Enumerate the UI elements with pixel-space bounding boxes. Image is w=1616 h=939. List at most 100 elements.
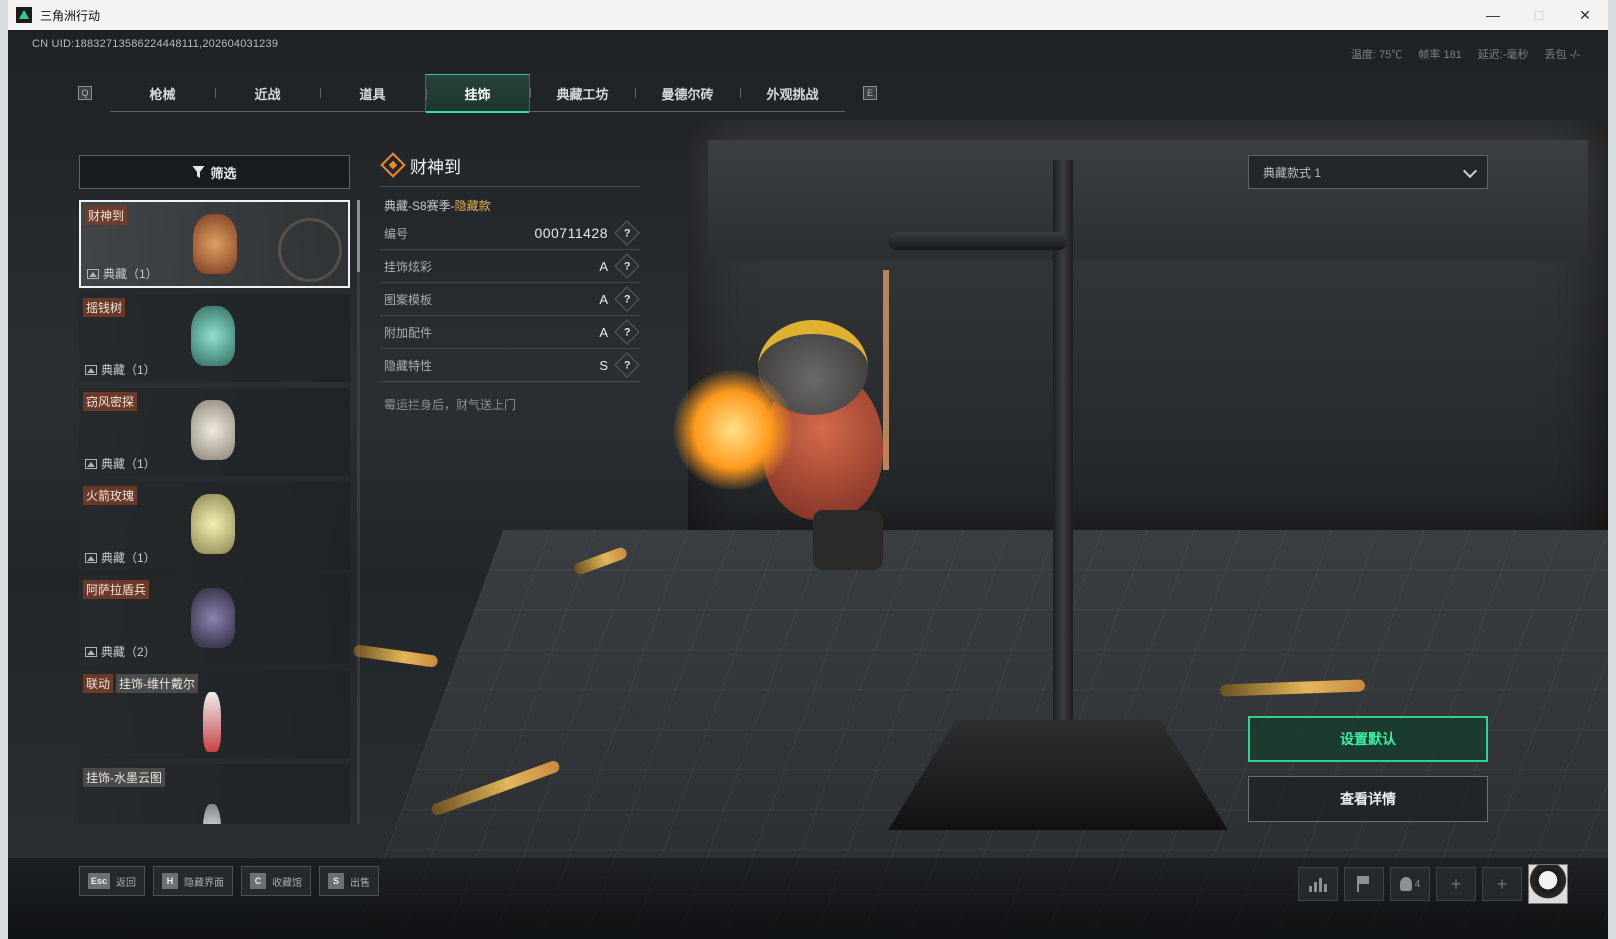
scrollbar-thumb[interactable] <box>357 200 360 272</box>
tab-prev-key[interactable]: Q <box>78 86 92 100</box>
item-name: 摇钱树 <box>83 298 126 317</box>
help-icon[interactable]: ? <box>614 253 640 279</box>
plus-icon: + <box>1496 873 1508 894</box>
close-button[interactable]: ✕ <box>1562 0 1608 30</box>
tab-props[interactable]: 道具 <box>320 74 425 112</box>
item-name: 阿萨拉盾兵 <box>83 580 150 599</box>
help-icon[interactable]: ? <box>614 319 640 345</box>
charm-burst-effect <box>673 370 793 490</box>
item-name: 火箭玫瑰 <box>83 486 138 505</box>
attr-label: 图案模板 <box>384 292 433 307</box>
charm-list: 财神到 典藏（1） 摇钱树 典藏（1） 窃风密探 典藏（1） 火箭玫瑰 典藏（1… <box>79 200 350 824</box>
bullet-prop <box>352 644 439 668</box>
tab-collection-workshop[interactable]: 典藏工坊 <box>530 74 635 112</box>
detail-title: 财神到 <box>410 157 461 177</box>
stat-fps: 帧率 181 <box>1418 49 1462 61</box>
attr-label: 隐藏特性 <box>384 358 433 373</box>
dropdown-value: 典藏款式 1 <box>1263 165 1322 180</box>
flavor-text: 霉运拦身后，财气送上门 <box>384 398 517 412</box>
friends-icon <box>1399 877 1412 891</box>
attr-label: 附加配件 <box>384 325 433 340</box>
item-thumbnail <box>191 306 235 366</box>
item-count: 典藏（1） <box>101 363 156 377</box>
tab-next-key[interactable]: E <box>863 86 877 100</box>
item-thumbnail <box>193 214 237 274</box>
tab-mandel-brick[interactable]: 曼德尔砖 <box>635 74 740 112</box>
filter-label: 筛选 <box>210 165 237 181</box>
maximize-button[interactable]: □ <box>1516 0 1562 30</box>
season-line: 典藏-S8赛季-隐藏款 <box>380 187 640 217</box>
hotkey-hints: Esc 返回 H 隐藏界面 C 收藏馆 S 出售 <box>79 866 380 896</box>
list-item[interactable]: 摇钱树 典藏（1） <box>79 294 350 382</box>
stat-packet-loss: 丢包 -/- <box>1544 49 1580 61</box>
item-thumbnail <box>203 804 221 824</box>
item-thumbnail <box>191 400 235 460</box>
detail-panel: 财神到 典藏-S8赛季-隐藏款 编号 000711428 ? 挂饰炫彩 A ? … <box>380 150 640 413</box>
window-titlebar: 三角洲行动 — □ ✕ <box>8 0 1608 30</box>
attr-row-serial: 编号 000711428 ? <box>380 217 640 250</box>
avatar[interactable] <box>1528 864 1568 904</box>
bar-chart-icon <box>1309 876 1327 892</box>
tab-melee[interactable]: 近战 <box>215 74 320 112</box>
view-details-button[interactable]: 查看详情 <box>1248 776 1488 822</box>
stats-button[interactable] <box>1298 867 1338 901</box>
set-default-button[interactable]: 设置默认 <box>1248 716 1488 762</box>
list-item[interactable]: 联动 挂饰-维什戴尔 <box>79 670 350 758</box>
item-name: 挂饰-维什戴尔 <box>116 674 199 693</box>
image-icon <box>85 646 97 657</box>
social-bar: 4 + + <box>1298 864 1568 904</box>
attr-row-color: 挂饰炫彩 A ? <box>380 250 640 283</box>
attr-value: 000711428 <box>534 225 608 241</box>
attr-value: A <box>599 258 608 274</box>
stat-latency: 延迟:-毫秒 <box>1477 49 1529 61</box>
tab-guns[interactable]: 枪械 <box>110 74 215 112</box>
list-scrollbar[interactable] <box>357 200 360 824</box>
item-count: 典藏（1） <box>101 551 156 565</box>
image-icon <box>87 268 99 279</box>
collection-emblem-icon <box>278 218 342 282</box>
charm-staff <box>883 270 889 470</box>
list-item[interactable]: 财神到 典藏（1） <box>79 200 350 288</box>
list-item[interactable]: 窃风密探 典藏（1） <box>79 388 350 476</box>
flag-button[interactable] <box>1344 867 1384 901</box>
season-prefix: 典藏-S8赛季- <box>384 199 455 213</box>
list-item[interactable]: 火箭玫瑰 典藏（1） <box>79 482 350 570</box>
help-icon[interactable]: ? <box>614 286 640 312</box>
window-controls: — □ ✕ <box>1470 0 1608 30</box>
minimize-button[interactable]: — <box>1470 0 1516 30</box>
filter-button[interactable]: 筛选 <box>79 155 350 189</box>
uid-text: CN UID:18832713586224448111,202604031239 <box>32 38 279 50</box>
item-thumbnail <box>191 494 235 554</box>
window-title: 三角洲行动 <box>40 8 101 23</box>
tab-appearance-challenge[interactable]: 外观挑战 <box>740 74 845 112</box>
item-name: 财神到 <box>85 206 128 225</box>
attr-row-pattern: 图案模板 A ? <box>380 283 640 316</box>
charm-3d-model[interactable] <box>673 270 933 590</box>
attr-label: 挂饰炫彩 <box>384 259 433 274</box>
category-tabbar: Q 枪械 近战 道具 挂饰 典藏工坊 曼德尔砖 外观挑战 E <box>78 74 877 113</box>
add-slot-button[interactable]: + <box>1482 867 1522 901</box>
add-slot-button[interactable]: + <box>1436 867 1476 901</box>
help-icon[interactable]: ? <box>614 220 640 246</box>
app-logo-icon <box>16 7 32 23</box>
collection-hall-hotkey[interactable]: C 收藏馆 <box>241 866 312 896</box>
back-hotkey[interactable]: Esc 返回 <box>79 866 146 896</box>
item-thumbnail <box>203 692 221 752</box>
item-count: 典藏（2） <box>101 645 156 659</box>
hide-ui-hotkey[interactable]: H 隐藏界面 <box>153 866 234 896</box>
item-count: 典藏（1） <box>101 457 156 471</box>
collab-badge: 联动 <box>83 674 114 693</box>
plus-icon: + <box>1450 873 1462 894</box>
friends-button[interactable]: 4 <box>1390 867 1430 901</box>
attr-label: 编号 <box>384 226 409 241</box>
sell-hotkey[interactable]: S 出售 <box>319 866 380 896</box>
friends-count: 4 <box>1414 878 1421 890</box>
game-viewport: CN UID:18832713586224448111,202604031239… <box>8 30 1608 939</box>
tab-charms[interactable]: 挂饰 <box>425 74 530 113</box>
list-item[interactable]: 阿萨拉盾兵 典藏（2） <box>79 576 350 664</box>
list-item[interactable]: 挂饰-水墨云图 <box>79 764 350 824</box>
collection-style-dropdown[interactable]: 典藏款式 1 <box>1248 155 1488 189</box>
charm-legs <box>813 510 883 570</box>
attr-value: S <box>599 357 608 373</box>
help-icon[interactable]: ? <box>614 352 640 378</box>
